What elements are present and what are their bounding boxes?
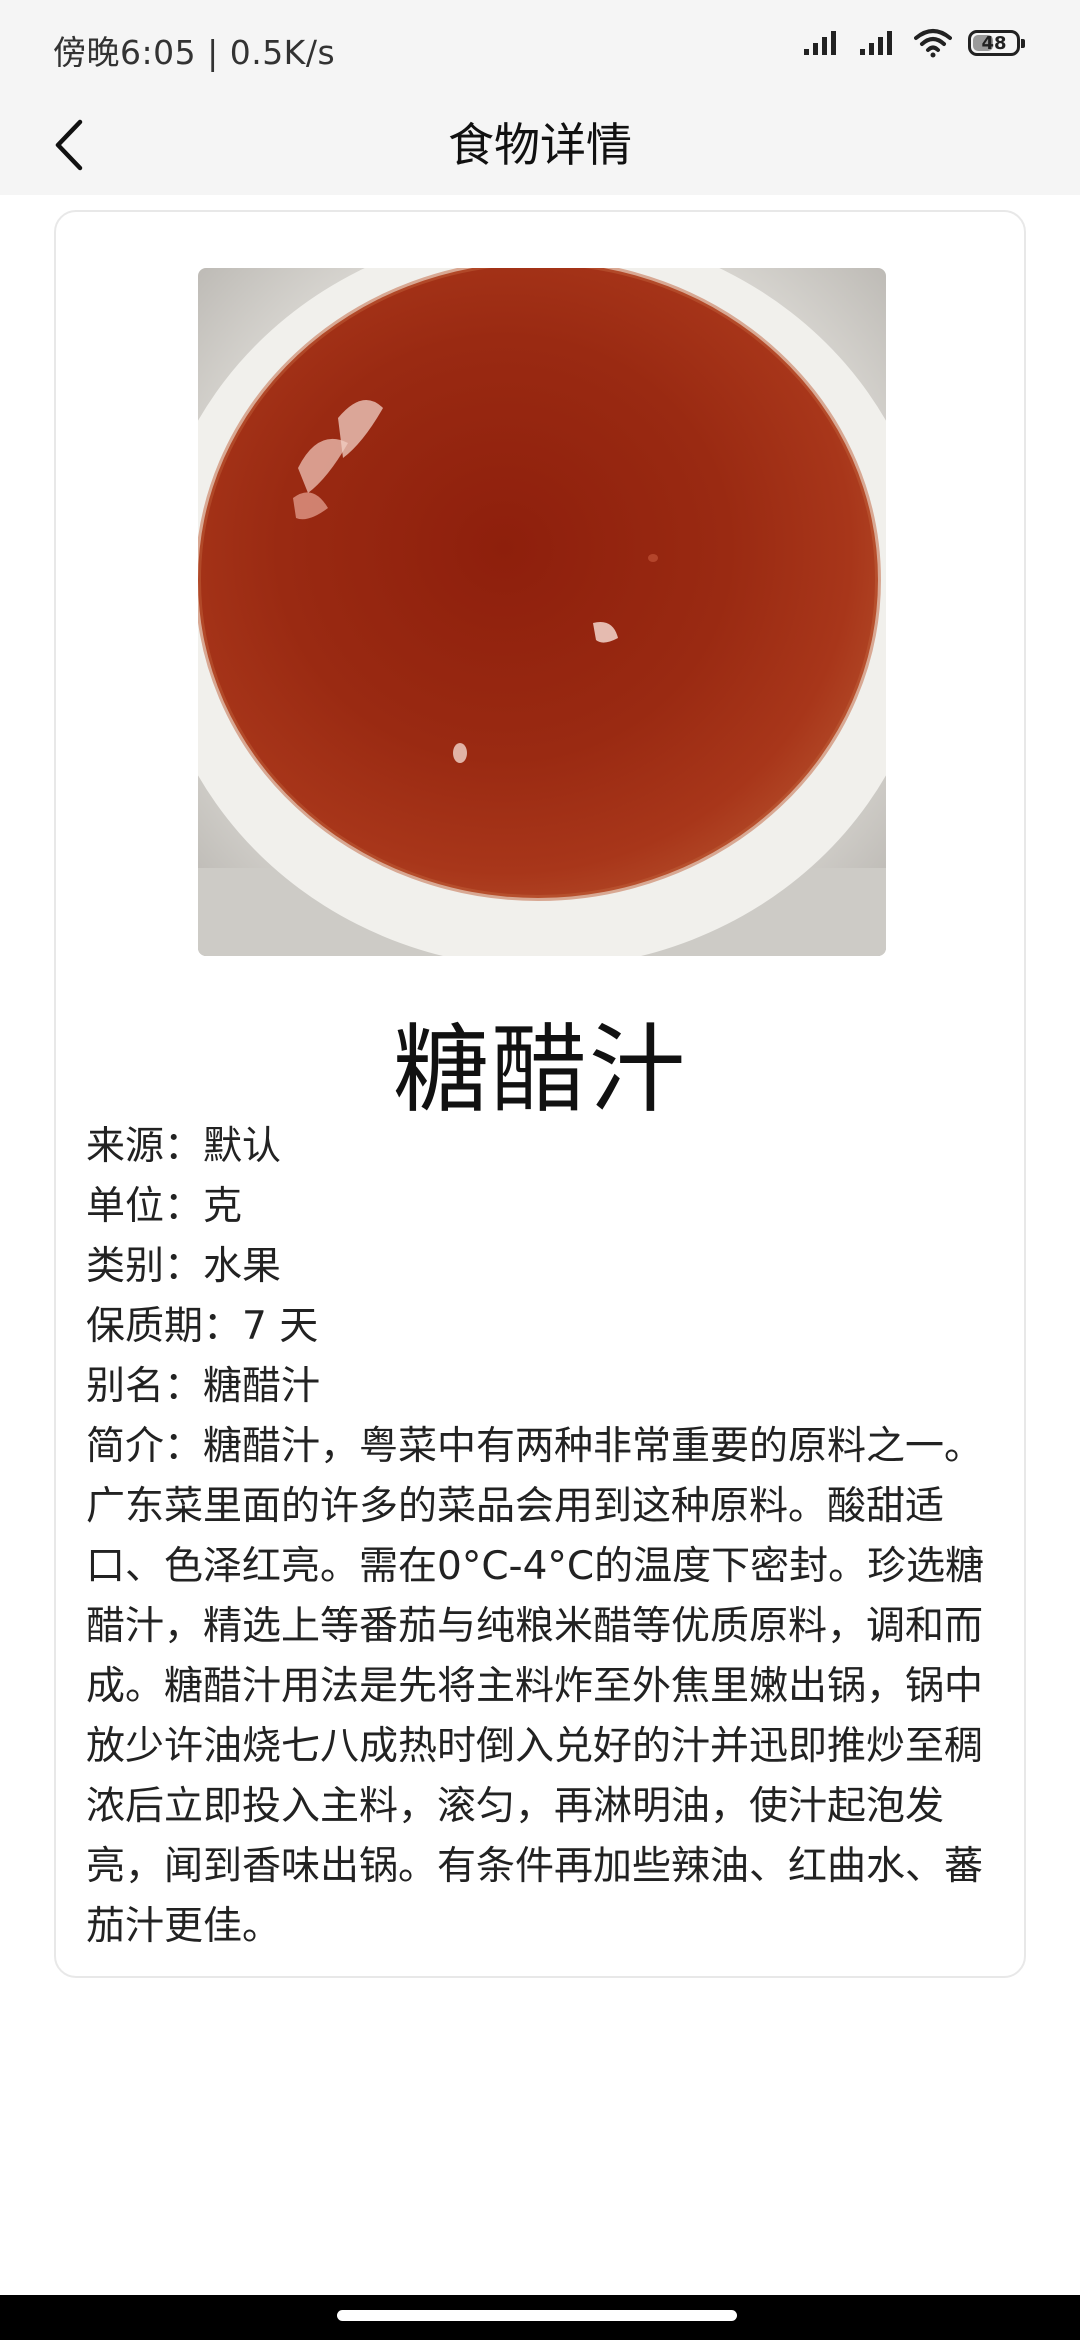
info-label: 简介：	[86, 1424, 204, 1469]
food-name: 糖醋汁	[393, 1014, 687, 1126]
info-row-category: 类别：水果	[86, 1237, 998, 1297]
status-icons: 48	[802, 28, 1025, 58]
signal-icon	[804, 31, 836, 55]
wifi-icon	[914, 29, 952, 58]
info-value: 克	[203, 1184, 243, 1229]
status-time-speed: 傍晚6:05 | 0.5K/s	[53, 33, 336, 72]
food-info: 来源：默认 单位：克 类别：水果 保质期：7 天 别名：糖醋汁 简介：糖醋汁，粤…	[86, 1117, 998, 1957]
home-indicator[interactable]	[337, 2310, 737, 2321]
info-label: 别名：	[86, 1364, 204, 1409]
info-row-unit: 单位：克	[86, 1177, 998, 1237]
info-value: 糖醋汁	[203, 1364, 321, 1409]
food-detail-card: 糖醋汁 来源：默认 单位：克 类别：水果 保质期：7 天 别名：糖醋汁 简介：糖…	[54, 210, 1026, 1978]
food-image	[198, 268, 886, 956]
info-label: 来源：	[86, 1124, 204, 1169]
info-value: 水果	[203, 1244, 282, 1289]
info-row-intro: 简介：糖醋汁，粤菜中有两种非常重要的原料之一。广东菜里面的许多的菜品会用到这种原…	[86, 1417, 998, 1957]
food-photo	[198, 268, 886, 956]
status-bar: 傍晚6:05 | 0.5K/s 48	[0, 0, 1080, 95]
intro-text: 糖醋汁，粤菜中有两种非常重要的原料之一。广东菜里面的许多的菜品会用到这种原料。酸…	[86, 1424, 985, 1949]
page-title: 食物详情	[448, 118, 632, 172]
battery-percent: 48	[981, 32, 1007, 54]
app-bar: 食物详情	[0, 95, 1080, 195]
info-label: 类别：	[86, 1244, 204, 1289]
info-row-shelf-life: 保质期：7 天	[86, 1297, 998, 1357]
info-label: 保质期：	[86, 1304, 243, 1349]
info-value: 默认	[203, 1124, 282, 1169]
info-row-source: 来源：默认	[86, 1117, 998, 1177]
signal-icon	[860, 31, 892, 55]
battery-icon: 48	[968, 30, 1025, 56]
info-label: 单位：	[86, 1184, 204, 1229]
info-row-alias: 别名：糖醋汁	[86, 1357, 998, 1417]
info-value: 7 天	[242, 1304, 319, 1349]
system-nav-bar	[0, 2295, 1080, 2340]
